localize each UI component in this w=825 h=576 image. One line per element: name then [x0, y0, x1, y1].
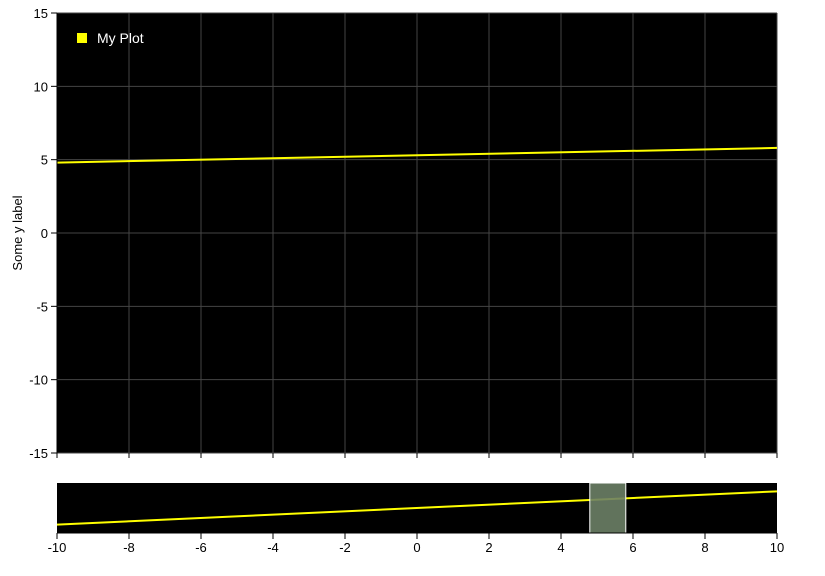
overview-x-tick-label: 8 — [701, 540, 708, 555]
overview-x-tick-label: 6 — [629, 540, 636, 555]
overview-selection-brush[interactable] — [589, 482, 627, 534]
y-tick-label: -10 — [29, 373, 48, 388]
overview-x-tick-label: -10 — [48, 540, 67, 555]
y-tick-label: 10 — [34, 79, 48, 94]
overview-x-tick-label: -6 — [195, 540, 207, 555]
y-tick-label: 5 — [41, 153, 48, 168]
overview-plot[interactable]: -10 -8 -6 -4 -2 0 2 4 6 8 10 — [48, 482, 785, 555]
legend-swatch-my-plot — [77, 33, 87, 43]
overview-x-tick-label: -2 — [339, 540, 351, 555]
overview-x-tick-label: 10 — [770, 540, 784, 555]
y-tick-label: 0 — [41, 226, 48, 241]
overview-x-tick-label: 4 — [557, 540, 564, 555]
y-tick-label: 15 — [34, 6, 48, 21]
chart-svg: 151050-5-10-15 My Plot Some y label -10-… — [10, 6, 785, 555]
overview-x-tick-label: 0 — [413, 540, 420, 555]
overview-x-tick-label: 2 — [485, 540, 492, 555]
overview-x-tick-label: -8 — [123, 540, 135, 555]
legend-label-my-plot: My Plot — [97, 30, 144, 46]
y-axis-label: Some y label — [10, 195, 25, 270]
overview-axes: -10 -8 -6 -4 -2 0 2 4 6 8 10 — [48, 532, 784, 555]
y-tick-label: -15 — [29, 446, 48, 461]
y-tick-label: -5 — [36, 299, 48, 314]
chart-container: 15 10 5 0 -5 -10 -15 My Plot Some y label -10-… — [0, 0, 825, 571]
main-plot: 15 10 5 0 -5 -10 -15 My Plot Some y label — [10, 6, 778, 461]
overview-x-tick-label: -4 — [267, 540, 279, 555]
